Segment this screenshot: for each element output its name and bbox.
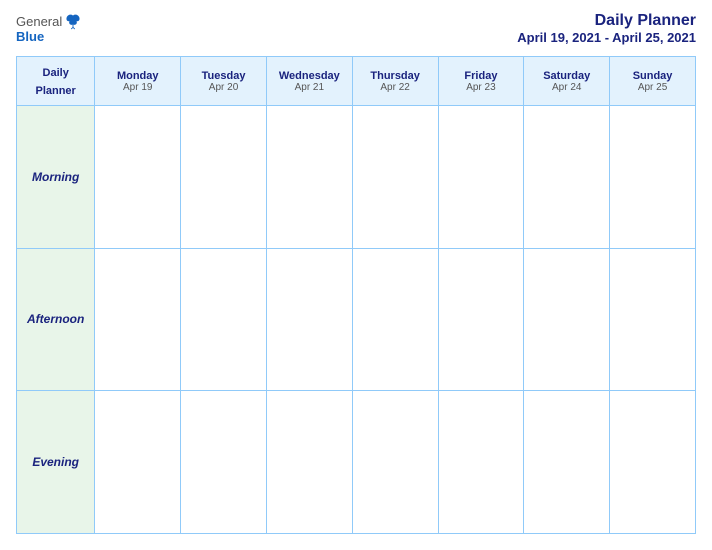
row-label-afternoon: Afternoon — [17, 248, 95, 391]
page: General Blue Daily Planner April 19, 202… — [0, 0, 712, 550]
cell-sunday-afternoon[interactable] — [610, 248, 696, 391]
col-header-monday: Monday Apr 19 — [95, 57, 181, 106]
header: General Blue Daily Planner April 19, 202… — [16, 12, 696, 46]
header-right: Daily Planner April 19, 2021 - April 25,… — [517, 12, 696, 45]
cell-tuesday-afternoon[interactable] — [181, 248, 267, 391]
date-range: April 19, 2021 - April 25, 2021 — [517, 30, 696, 45]
row-label-evening: Evening — [17, 391, 95, 534]
cell-friday-evening[interactable] — [438, 391, 524, 534]
cell-friday-morning[interactable] — [438, 106, 524, 249]
row-label-morning: Morning — [17, 106, 95, 249]
cell-tuesday-morning[interactable] — [181, 106, 267, 249]
cell-thursday-evening[interactable] — [352, 391, 438, 534]
cell-saturday-afternoon[interactable] — [524, 248, 610, 391]
cell-wednesday-afternoon[interactable] — [266, 248, 352, 391]
logo-general-text: General — [16, 14, 62, 29]
cell-wednesday-evening[interactable] — [266, 391, 352, 534]
col-header-sunday: Sunday Apr 25 — [610, 57, 696, 106]
col-header-friday: Friday Apr 23 — [438, 57, 524, 106]
cell-tuesday-evening[interactable] — [181, 391, 267, 534]
cell-monday-afternoon[interactable] — [95, 248, 181, 391]
col-header-thursday: Thursday Apr 22 — [352, 57, 438, 106]
cell-sunday-evening[interactable] — [610, 391, 696, 534]
table-row-afternoon: Afternoon — [17, 248, 696, 391]
page-title: Daily Planner — [517, 12, 696, 30]
cell-monday-evening[interactable] — [95, 391, 181, 534]
col-label-line1: DailyPlanner — [35, 67, 75, 97]
col-header-wednesday: Wednesday Apr 21 — [266, 57, 352, 106]
cell-saturday-evening[interactable] — [524, 391, 610, 534]
col-header-saturday: Saturday Apr 24 — [524, 57, 610, 106]
table-row-evening: Evening — [17, 391, 696, 534]
cell-friday-afternoon[interactable] — [438, 248, 524, 391]
table-header-row: DailyPlanner Monday Apr 19 Tuesday Apr 2… — [17, 57, 696, 106]
cell-monday-morning[interactable] — [95, 106, 181, 249]
logo-area: General Blue — [16, 12, 82, 46]
planner-table: DailyPlanner Monday Apr 19 Tuesday Apr 2… — [16, 56, 696, 534]
col-header-tuesday: Tuesday Apr 20 — [181, 57, 267, 106]
cell-thursday-afternoon[interactable] — [352, 248, 438, 391]
cell-wednesday-morning[interactable] — [266, 106, 352, 249]
col-header-planner: DailyPlanner — [17, 57, 95, 106]
logo-bird-icon — [64, 12, 82, 30]
logo-blue-text: Blue — [16, 29, 44, 44]
cell-sunday-morning[interactable] — [610, 106, 696, 249]
cell-thursday-morning[interactable] — [352, 106, 438, 249]
table-row-morning: Morning — [17, 106, 696, 249]
cell-saturday-morning[interactable] — [524, 106, 610, 249]
